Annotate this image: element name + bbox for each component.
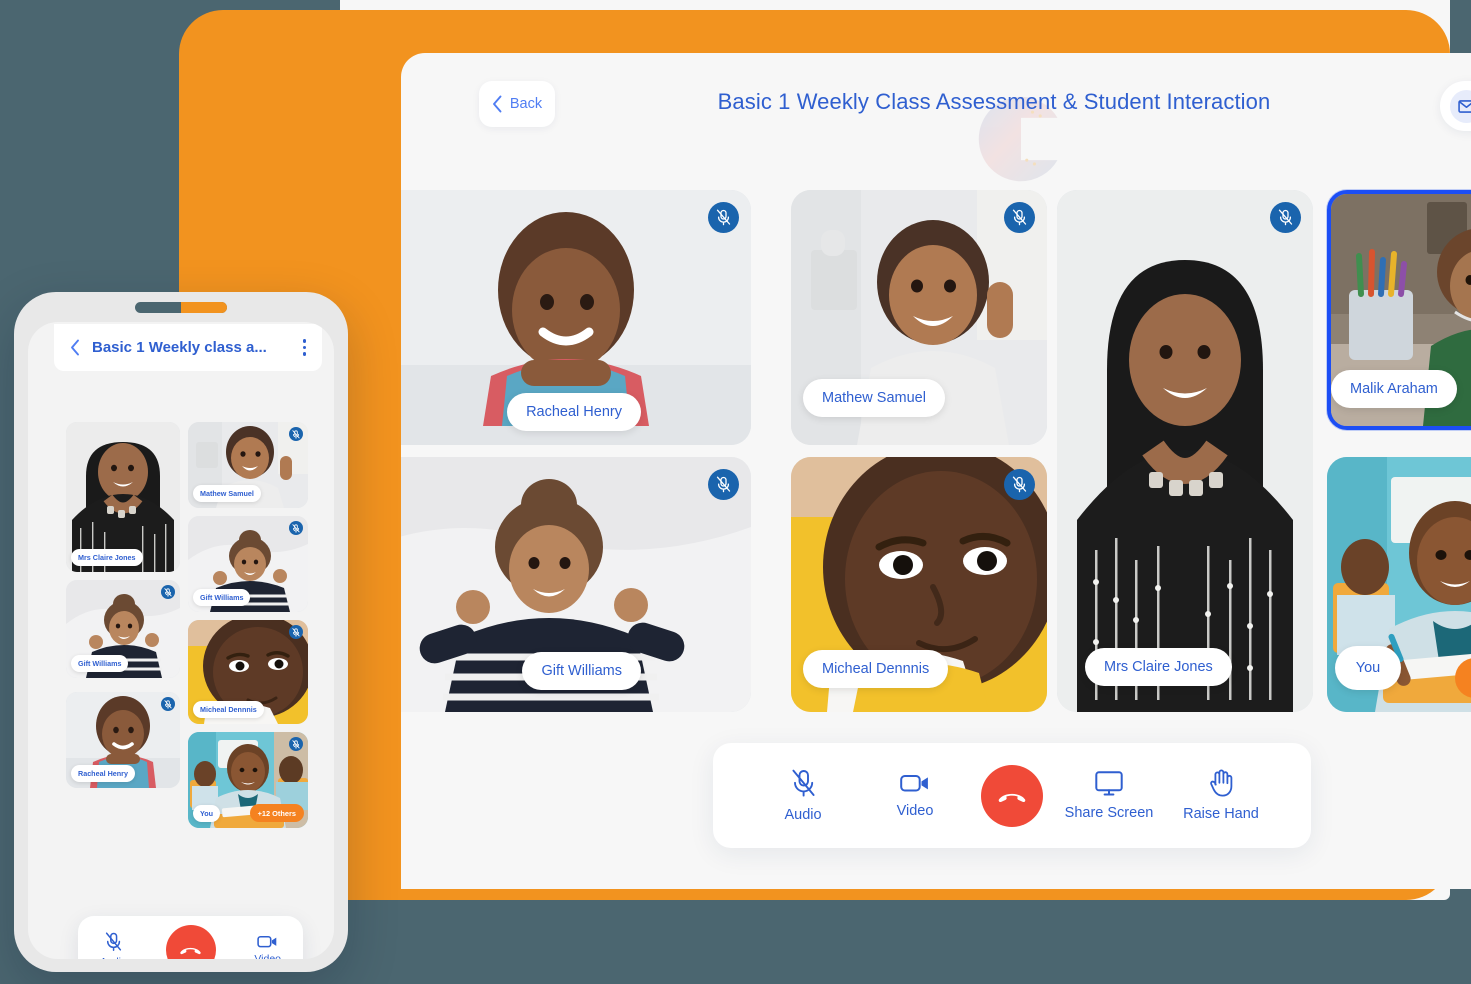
chevron-left-icon[interactable] [70,339,80,356]
audio-control-label: Audio [784,806,822,823]
mute-indicator[interactable] [289,737,303,751]
phone-video-grid: Mrs Claire Jones Mathew Samuel Gift Will… [66,422,308,892]
video-camera-icon [900,775,928,792]
video-tile[interactable]: Racheal Henry [401,190,751,445]
mute-indicator[interactable] [289,521,303,535]
mute-indicator[interactable] [1270,202,1301,233]
phone-audio-control-label: Audio [100,956,127,960]
tablet-screen: Back Basic 1 Weekly Class Assessment & S… [401,53,1471,889]
video-control-button[interactable]: Video [869,772,961,819]
microphone-muted-icon [791,769,815,797]
participant-name: Gift Williams [522,652,641,690]
microphone-muted-icon [716,209,731,226]
participant-name: Racheal Henry [71,765,135,782]
video-tile[interactable]: Micheal Dennnis [791,457,1047,712]
participant-name: You [193,805,221,822]
video-tile[interactable]: Mathew Samuel [791,190,1047,445]
participant-photo [1057,190,1313,712]
overflow-participants-button[interactable]: +12 Others [249,804,304,822]
video-control-label: Video [896,803,934,819]
phone-notch-accent [181,302,227,313]
phone-video-tile[interactable]: Gift Williams [66,580,180,678]
microphone-muted-icon [1012,209,1027,226]
envelope-icon [1450,89,1471,123]
video-tile[interactable]: You +12 Others [1327,457,1471,712]
participant-name: Micheal Dennnis [803,650,949,688]
phone-video-tile[interactable]: Micheal Dennnis [188,620,308,724]
phone-page-title: Basic 1 Weekly class a... [92,339,267,356]
share-screen-control-label: Share Screen [1064,804,1154,821]
phone-notch [135,302,227,313]
phone-end-call-button[interactable] [165,924,216,959]
video-tile[interactable]: Gift Williams [401,457,751,712]
phone-video-control-label: Video [254,953,281,959]
phone-video-tile[interactable]: Mrs Claire Jones [66,422,180,572]
microphone-muted-icon [164,699,172,709]
screenshot-stage: Student Selected View Attendance [0,0,1471,984]
microphone-muted-icon [292,739,300,749]
video-tile[interactable]: Mrs Claire Jones [1057,190,1313,712]
mute-indicator[interactable] [161,697,175,711]
phone-audio-control-button[interactable]: Audio [100,931,127,960]
mute-indicator[interactable] [289,625,303,639]
mute-indicator[interactable] [289,427,303,441]
page-title: Basic 1 Weekly Class Assessment & Studen… [717,89,1271,114]
phone-video-tile[interactable]: You +12 Others [188,732,308,828]
microphone-muted-icon [716,476,731,493]
audio-control-button[interactable]: Audio [757,769,849,823]
mute-indicator[interactable] [1004,202,1035,233]
participant-name: Mathew Samuel [193,485,261,502]
phone-screen: Basic 1 Weekly class a... Mrs Claire Jon… [28,322,334,959]
tablet-header: Back Basic 1 Weekly Class Assessment & S… [401,53,1471,182]
participant-name: Racheal Henry [507,393,641,431]
phone-hangup-icon [180,947,201,955]
end-call-button[interactable] [981,764,1043,827]
participant-name: Mrs Claire Jones [1085,648,1232,686]
monitor-icon [1095,770,1123,795]
microphone-muted-icon [292,523,300,533]
tablet-device-frame: Back Basic 1 Weekly Class Assessment & S… [179,10,1471,900]
call-control-bar: Audio Video Share Screen Raise Hand [713,743,1311,848]
participant-name: Micheal Dennnis [193,701,264,718]
video-grid: Racheal Henry Mathew Samuel Mrs Claire J… [401,190,1471,720]
phone-video-control-button[interactable]: Video [254,934,281,959]
video-tile-active-speaker[interactable]: Malik Araham [1327,190,1471,430]
phone-hangup-icon [998,793,1026,802]
phone-device-frame: Basic 1 Weekly class a... Mrs Claire Jon… [14,292,348,972]
microphone-muted-icon [105,931,122,951]
mute-indicator[interactable] [161,585,175,599]
microphone-muted-icon [292,627,300,637]
microphone-muted-icon [1278,209,1293,226]
microphone-muted-icon [292,429,300,439]
participant-name: Gift Williams [193,589,251,606]
participant-name: Mathew Samuel [803,379,945,417]
video-camera-icon [257,935,277,948]
phone-video-tile[interactable]: Racheal Henry [66,692,180,788]
phone-call-control-bar: Audio Video [78,916,303,959]
mute-indicator[interactable] [708,469,739,500]
mute-indicator[interactable] [708,202,739,233]
phone-video-tile[interactable]: Mathew Samuel [188,422,308,508]
participant-name: You [1335,646,1401,690]
share-screen-control-button[interactable]: Share Screen [1063,770,1155,821]
microphone-muted-icon [1012,476,1027,493]
participant-name: Gift Williams [71,655,129,672]
raised-hand-icon [1209,769,1232,797]
raise-hand-control-label: Raise Hand [1183,806,1259,822]
phone-header: Basic 1 Weekly class a... [54,324,322,371]
microphone-muted-icon [164,587,172,597]
kebab-menu-icon[interactable] [302,339,306,356]
raise-hand-control-button[interactable]: Raise Hand [1175,769,1267,822]
phone-video-tile[interactable]: Gift Williams [188,516,308,612]
participant-name: Malik Araham [1331,370,1457,408]
mute-indicator[interactable] [1004,469,1035,500]
participant-name: Mrs Claire Jones [71,549,143,566]
